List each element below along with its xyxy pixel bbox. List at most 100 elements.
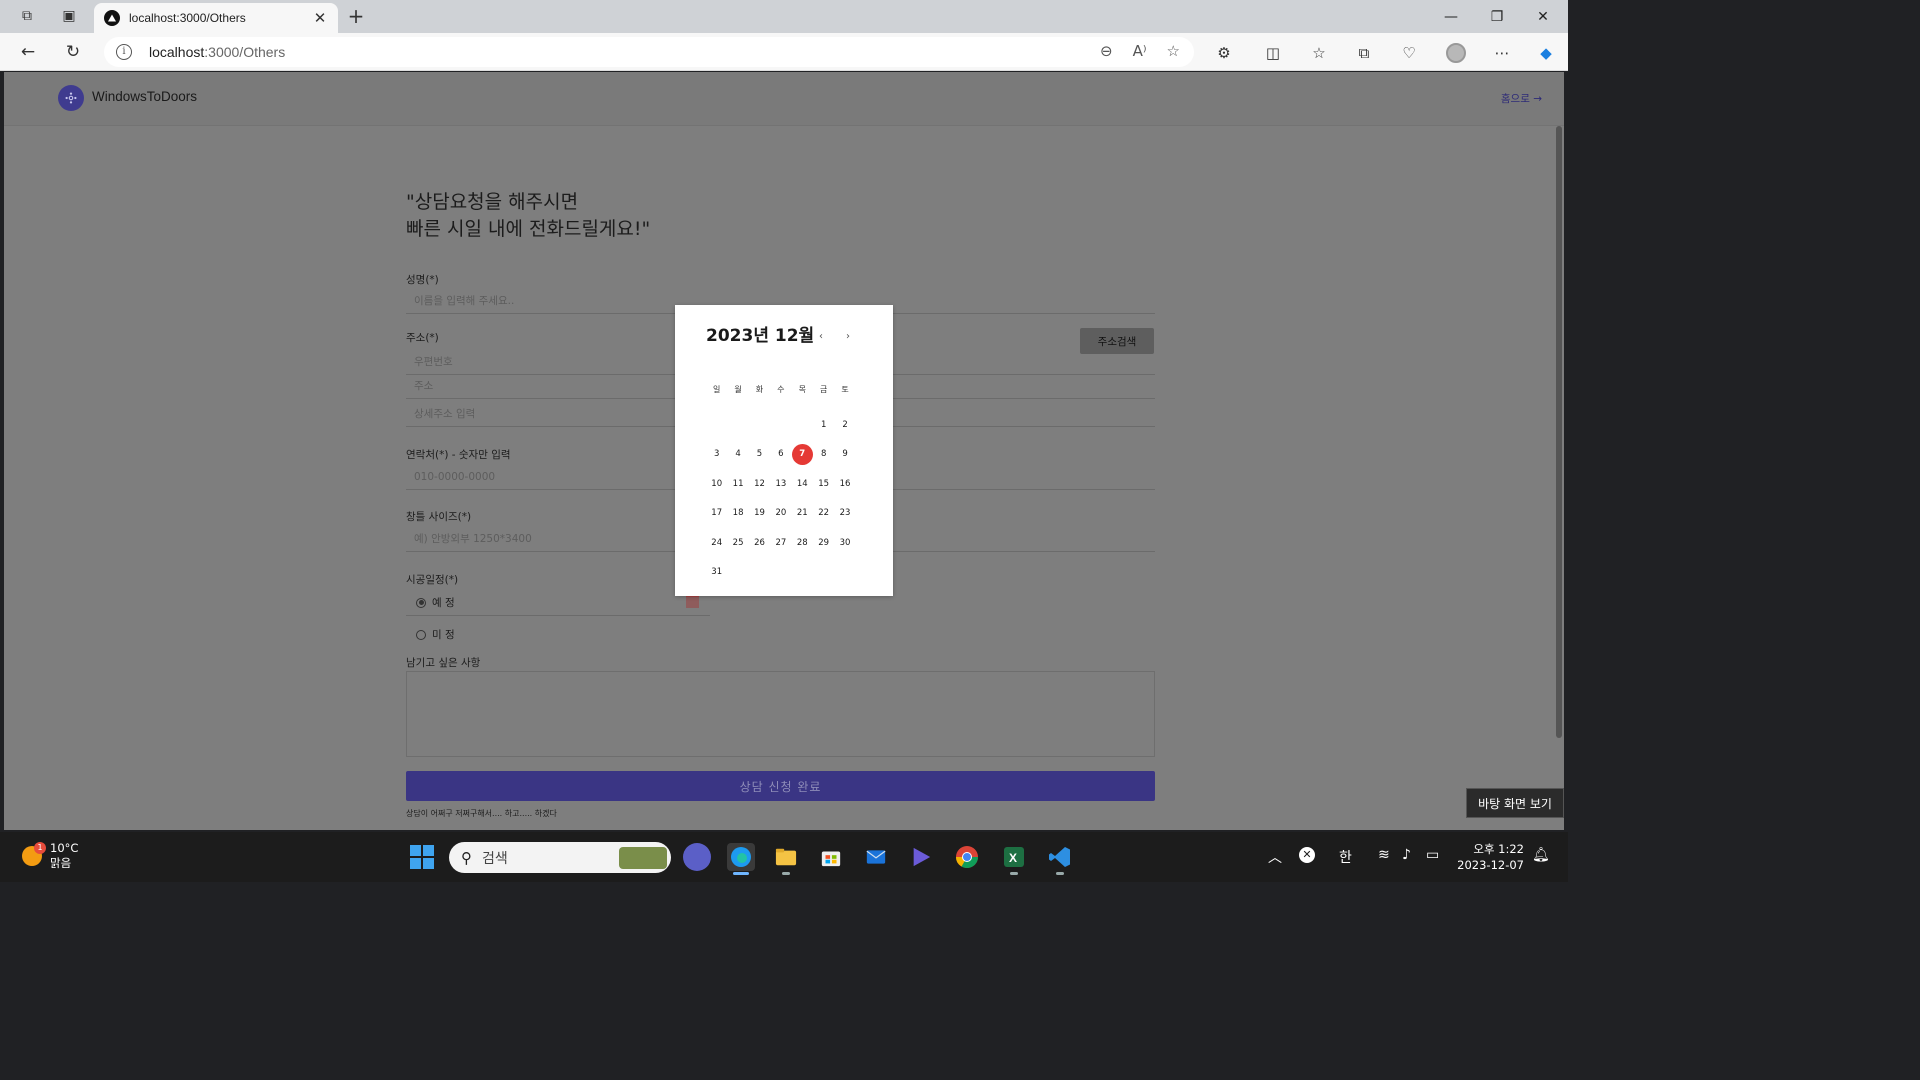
weather-widget[interactable]: 1 10°C 맑음 <box>22 841 78 871</box>
calendar-day[interactable]: 30 <box>834 528 855 557</box>
calendar-day[interactable]: 23 <box>834 499 855 528</box>
calendar-day[interactable]: 15 <box>813 469 834 498</box>
calendar-day[interactable]: 29 <box>813 528 834 557</box>
calendar-day[interactable]: 22 <box>813 499 834 528</box>
copilot-icon[interactable]: ◆ <box>1535 42 1557 64</box>
weekday-header: 토 <box>841 385 849 394</box>
zoom-out-icon[interactable]: ⊖ <box>1100 42 1113 60</box>
browser-essentials-icon[interactable]: ♡ <box>1398 42 1420 64</box>
clipchamp-icon[interactable] <box>907 843 935 871</box>
prev-month-button[interactable]: ‹ <box>819 331 823 342</box>
schedule-option-planned[interactable]: 예 정 <box>416 595 455 610</box>
calendar-day[interactable]: 2 <box>834 410 855 439</box>
profile-avatar-icon[interactable] <box>1445 42 1467 64</box>
collections-icon[interactable]: ⧉ <box>1353 42 1375 64</box>
minimize-button[interactable]: — <box>1428 0 1474 33</box>
wifi-icon[interactable]: ≋ <box>1378 847 1390 863</box>
weekday-header: 수 <box>777 385 785 394</box>
calendar-day[interactable]: 3 <box>706 440 727 469</box>
brand-logo-icon[interactable] <box>58 85 84 111</box>
calendar-day[interactable]: 12 <box>749 469 770 498</box>
calendar-day[interactable]: 25 <box>727 528 748 557</box>
mail-icon[interactable] <box>862 843 890 871</box>
next-month-button[interactable]: › <box>846 331 850 342</box>
battery-icon[interactable]: ▭ <box>1426 847 1439 863</box>
address-label: 주소(*) <box>406 332 439 344</box>
calendar-day[interactable]: 14 <box>792 469 813 498</box>
tray-status-x-icon[interactable]: ✕ <box>1299 847 1315 863</box>
calendar-day[interactable]: 1 <box>813 410 834 439</box>
new-tab-button[interactable]: + <box>345 5 367 27</box>
calendar-day[interactable]: 8 <box>813 440 834 469</box>
more-menu-icon[interactable]: ⋯ <box>1491 42 1513 64</box>
calendar-day[interactable]: 9 <box>834 440 855 469</box>
notification-bell-icon[interactable]: 🔔︎ <box>1532 847 1550 863</box>
calendar-day[interactable]: 20 <box>770 499 791 528</box>
calendar-day[interactable]: 17 <box>706 499 727 528</box>
calendar-day[interactable]: 5 <box>749 440 770 469</box>
calendar-grid: 일 월 화 수 목 금 토 1 2 3 4 5 6 7 8 9 10 11 12 13 14 15 16 17 18 19 20 21… <box>706 381 856 587</box>
file-explorer-icon[interactable] <box>772 843 800 875</box>
calendar-day[interactable]: 13 <box>770 469 791 498</box>
calendar-day[interactable]: 21 <box>792 499 813 528</box>
calendar-day[interactable]: 11 <box>727 469 748 498</box>
brand-name[interactable]: WindowsToDoors <box>92 89 197 104</box>
name-label: 성명(*) <box>406 274 439 286</box>
calendar-day[interactable]: 10 <box>706 469 727 498</box>
page-scrollbar[interactable] <box>1556 126 1562 738</box>
calendar-day[interactable]: 19 <box>749 499 770 528</box>
microsoft-store-icon[interactable] <box>817 843 845 871</box>
start-button[interactable] <box>408 843 436 871</box>
close-window-button[interactable]: ✕ <box>1520 0 1566 33</box>
edge-browser-icon[interactable] <box>727 843 755 875</box>
calendar-day[interactable]: 27 <box>770 528 791 557</box>
search-highlight-image <box>619 847 667 869</box>
favorites-icon[interactable]: ☆ <box>1308 42 1330 64</box>
back-arrow-icon[interactable]: ← <box>16 41 40 63</box>
read-aloud-icon[interactable]: A⁾ <box>1133 42 1147 60</box>
submit-button[interactable]: 상담 신청 완료 <box>406 771 1155 801</box>
schedule-option-undecided[interactable]: 미 정 <box>416 627 455 642</box>
restore-button[interactable]: ❐ <box>1474 0 1520 33</box>
chrome-icon[interactable] <box>953 843 981 871</box>
calendar-day[interactable]: 31 <box>706 557 727 586</box>
browser-tab-active[interactable]: localhost:3000/Others ✕ <box>94 3 338 33</box>
calendar-day[interactable]: 6 <box>770 440 791 469</box>
calendar-day[interactable]: 18 <box>727 499 748 528</box>
calendar-day[interactable]: 28 <box>792 528 813 557</box>
favorite-star-icon[interactable]: ☆ <box>1167 42 1180 60</box>
tray-overflow-chevron-icon[interactable]: ︿ <box>1268 847 1282 867</box>
ime-indicator[interactable]: 한 <box>1339 847 1352 867</box>
tab-close-icon[interactable]: ✕ <box>312 9 328 27</box>
url-text: localhost:3000/Others <box>149 44 286 60</box>
calendar-day[interactable]: 16 <box>834 469 855 498</box>
radio-selected-icon[interactable] <box>416 597 426 608</box>
calendar-day[interactable]: 24 <box>706 528 727 557</box>
site-info-icon[interactable]: i <box>116 44 132 60</box>
calendar-day[interactable]: 4 <box>727 440 748 469</box>
vscode-icon[interactable] <box>1046 843 1074 875</box>
calendar-icon[interactable] <box>686 594 699 608</box>
home-link[interactable]: 홈으로 → <box>1501 91 1542 106</box>
system-clock[interactable]: 오후 1:22 2023-12-07 <box>1452 841 1524 873</box>
taskbar-search[interactable]: ⚲ 검색 <box>449 842 671 873</box>
tab-actions-icon[interactable]: ▣ <box>58 6 80 26</box>
schedule-date-input[interactable] <box>406 615 710 616</box>
calendar-day[interactable]: 26 <box>749 528 770 557</box>
address-bar[interactable]: i localhost:3000/Others ⊖ A⁾ ☆ <box>104 37 1194 67</box>
excel-icon[interactable]: X <box>1000 843 1028 875</box>
calendar-blank-cell <box>770 410 791 439</box>
radio-unselected-icon[interactable] <box>416 629 426 640</box>
extensions-icon[interactable]: ⚙ <box>1213 42 1235 64</box>
notification-badge: 1 <box>34 842 46 854</box>
volume-icon[interactable]: ♪ <box>1402 847 1411 863</box>
search-placeholder: 검색 <box>482 850 508 867</box>
calendar-day-selected[interactable]: 7 <box>791 440 813 469</box>
weekday-header: 일 <box>713 385 721 394</box>
memo-textarea[interactable] <box>406 671 1155 757</box>
vercel-favicon-icon <box>104 10 120 26</box>
workspaces-icon[interactable]: ⧉ <box>16 6 38 26</box>
reload-icon[interactable]: ↻ <box>61 41 85 63</box>
split-screen-icon[interactable]: ◫ <box>1262 42 1284 64</box>
teams-chat-icon[interactable] <box>683 843 711 871</box>
